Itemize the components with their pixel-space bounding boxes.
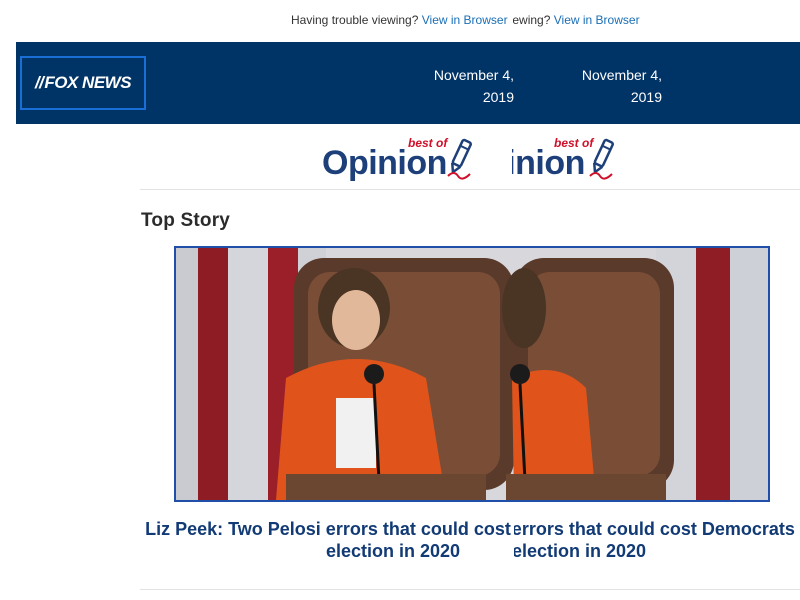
date-segment-repeat: November 4, 2019 [576,64,666,108]
trouble-viewing-bar: Having trouble viewing? View in Browser … [0,0,800,42]
view-in-browser-link[interactable]: View in Browser [422,13,508,27]
best-of-label: best of [408,136,448,150]
section-title: Top Story [141,210,231,231]
top-story-image[interactable] [174,246,770,502]
view-in-browser-link[interactable]: View in Browser [554,13,640,27]
fox-news-logo[interactable]: //FOX NEWS [20,56,146,110]
pen-icon [589,138,614,180]
headline-line1: Liz Peek: Two Pelosi errors that could c… [514,519,800,539]
fox-news-logo-text: //FOX NEWS [34,73,132,92]
divider [140,589,800,590]
trouble-viewing-text: Having trouble viewing? [513,13,551,27]
trouble-viewing-segment: Having trouble viewing? View in Browser [291,13,513,27]
date-line2: 2019 [630,89,662,105]
divider [140,189,800,190]
opinion-logo-repeat[interactable]: Opinion best of [512,132,632,188]
headline-line2: election in 2020 [325,541,461,561]
headline-line2: election in 2020 [514,541,647,561]
story-headline-link-repeat[interactable]: Liz Peek: Two Pelosi errors that could c… [514,518,800,566]
headline-line1: Liz Peek: Two Pelosi errors that could c… [145,519,514,539]
story-photo [176,248,768,500]
pen-icon [447,138,472,180]
header-bar: //FOX NEWS November 4, 2019 November 4, … [16,42,800,124]
date-line2: 2019 [482,89,514,105]
date-segment: November 4, 2019 [430,64,514,108]
story-headline-link[interactable]: Liz Peek: Two Pelosi errors that could c… [140,518,514,566]
best-of-opinion-banner: Opinion best of Opinion best of [0,124,800,190]
trouble-viewing-text: Having trouble viewing? [291,13,419,27]
date-line1: November 4, [433,67,514,83]
trouble-viewing-segment-repeat: Having trouble viewing? View in Browser [513,13,753,27]
opinion-logo[interactable]: Opinion best of [322,132,512,188]
date-line1: November 4, [581,67,662,83]
